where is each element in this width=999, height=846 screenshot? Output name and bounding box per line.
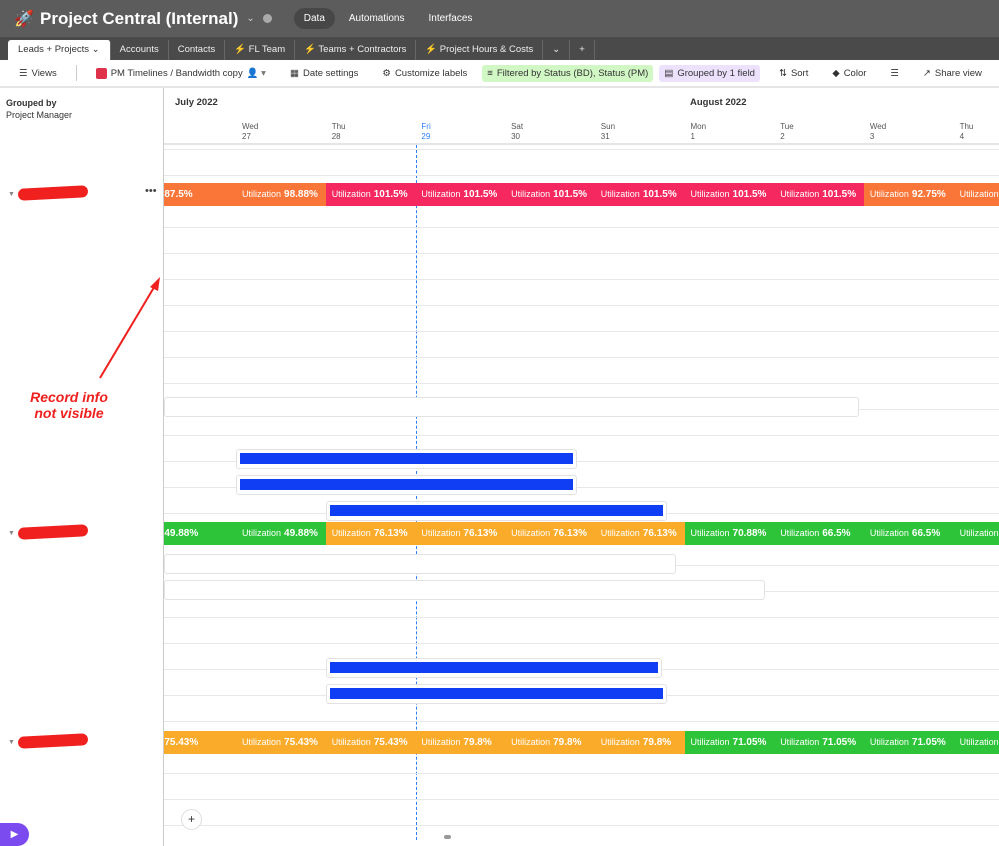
horizontal-scrollbar[interactable] [444,835,451,839]
video-icon[interactable]: ▶ [0,823,29,846]
annotation-text: Record info not visible [30,389,108,421]
annotation-arrow [99,277,160,379]
add-record-button[interactable]: + [181,809,202,830]
